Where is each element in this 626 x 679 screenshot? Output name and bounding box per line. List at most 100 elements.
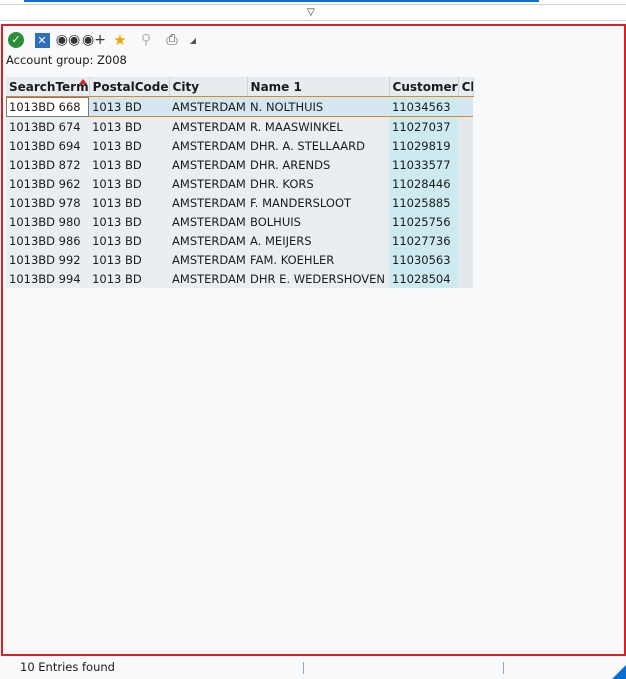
check-icon: ✓ bbox=[8, 32, 24, 48]
table-row[interactable]: 1013BD 674 1013 BD AMSTERDAM R. MAASWINKEL 1… bbox=[6, 116, 474, 136]
table-cell[interactable]: 1013BD 994 bbox=[6, 269, 90, 288]
table-cell[interactable]: AMSTERDAM bbox=[169, 212, 248, 231]
table-cell[interactable]: 11034563 bbox=[389, 96, 459, 117]
table-cell[interactable]: 1013BD 668 bbox=[6, 96, 90, 117]
add-favorite-button[interactable]: ★ bbox=[110, 30, 130, 50]
table-cell[interactable]: 11025885 bbox=[389, 193, 459, 212]
dropdown-icon: ◢ bbox=[189, 35, 197, 45]
table-cell[interactable]: AMSTERDAM bbox=[169, 269, 248, 288]
result-list-frame: ✓ ✕ ◉◉ ◉+ ★ ⚲ ⎙ ◢ Account group: Z008 Se… bbox=[1, 24, 626, 656]
table-cell[interactable]: 1013 BD bbox=[89, 231, 170, 250]
table-cell[interactable]: 1013 BD bbox=[89, 96, 170, 117]
find-next-button[interactable]: ◉+ bbox=[82, 30, 106, 50]
table-cell[interactable]: DHR. ARENDS bbox=[247, 155, 390, 174]
table-row[interactable]: 1013BD 978 1013 BD AMSTERDAM F. MANDERSLOOT… bbox=[6, 193, 474, 212]
settings-icon: ⚲ bbox=[140, 32, 152, 48]
table-cell[interactable]: BOLHUIS bbox=[247, 212, 390, 231]
toolbar: ✓ ✕ ◉◉ ◉+ ★ ⚲ ⎙ ◢ bbox=[6, 29, 198, 51]
column-header-searchterm[interactable]: SearchTerm bbox=[6, 77, 90, 97]
table-cell[interactable]: N. NOLTHUIS bbox=[247, 96, 390, 117]
table-cell[interactable] bbox=[458, 250, 474, 269]
table-row[interactable]: 1013BD 962 1013 BD AMSTERDAM DHR. KORS 11028… bbox=[6, 174, 474, 193]
table-cell[interactable]: 1013BD 674 bbox=[6, 116, 90, 136]
table-row[interactable]: 1013BD 992 1013 BD AMSTERDAM FAM. KOEHLER 11… bbox=[6, 250, 474, 269]
table-cell[interactable]: 11033577 bbox=[389, 155, 459, 174]
continue-button[interactable]: ✓ bbox=[6, 30, 26, 50]
table-cell[interactable]: R. MAASWINKEL bbox=[247, 116, 390, 136]
table-cell[interactable]: AMSTERDAM bbox=[169, 116, 248, 136]
find-button[interactable]: ◉◉ bbox=[56, 30, 80, 50]
table-cell[interactable]: DHR. KORS bbox=[247, 174, 390, 193]
table-row[interactable]: 1013BD 980 1013 BD AMSTERDAM BOLHUIS 1102575… bbox=[6, 212, 474, 231]
table-cell[interactable]: 11027736 bbox=[389, 231, 459, 250]
table-cell[interactable]: AMSTERDAM bbox=[169, 250, 248, 269]
filter-icon[interactable]: ▽ bbox=[307, 8, 317, 18]
column-header-label: Customer bbox=[392, 79, 458, 94]
table-cell[interactable]: 1013 BD bbox=[89, 269, 170, 288]
table-cell[interactable]: 1013 BD bbox=[89, 250, 170, 269]
table-cell[interactable]: 1013 BD bbox=[89, 212, 170, 231]
table-cell[interactable]: 1013 BD bbox=[89, 116, 170, 136]
table-cell[interactable]: 11029819 bbox=[389, 136, 459, 155]
tab-indicator bbox=[24, 0, 539, 2]
column-header-label: City bbox=[172, 79, 200, 94]
table-cell[interactable] bbox=[458, 212, 474, 231]
favorite-add-icon: ★ bbox=[113, 31, 127, 49]
table-cell[interactable]: AMSTERDAM bbox=[169, 231, 248, 250]
table-cell[interactable]: 1013BD 986 bbox=[6, 231, 90, 250]
table-cell[interactable]: 1013BD 992 bbox=[6, 250, 90, 269]
column-header-label: Name 1 bbox=[250, 79, 302, 94]
table-cell[interactable]: 1013 BD bbox=[89, 155, 170, 174]
table-cell[interactable] bbox=[458, 96, 474, 117]
table-cell[interactable]: DHR. A. STELLAARD bbox=[247, 136, 390, 155]
print-dropdown[interactable]: ◢ bbox=[188, 30, 198, 50]
table-cell[interactable]: 1013BD 694 bbox=[6, 136, 90, 155]
status-bar: 10 Entries found bbox=[0, 656, 626, 679]
resize-corner[interactable] bbox=[612, 665, 626, 679]
table-cell[interactable]: 1013 BD bbox=[89, 193, 170, 212]
table-row[interactable]: 1013BD 872 1013 BD AMSTERDAM DHR. ARENDS 110… bbox=[6, 155, 474, 174]
table-cell[interactable]: A. MEIJERS bbox=[247, 231, 390, 250]
table-cell[interactable] bbox=[458, 136, 474, 155]
table-cell[interactable]: 11028446 bbox=[389, 174, 459, 193]
column-header-name1[interactable]: Name 1 bbox=[247, 77, 390, 97]
table-cell[interactable]: 1013BD 962 bbox=[6, 174, 90, 193]
table-row[interactable]: 1013BD 694 1013 BD AMSTERDAM DHR. A. STELLA… bbox=[6, 136, 474, 155]
column-header-customer[interactable]: Customer bbox=[389, 77, 459, 97]
table-cell[interactable]: AMSTERDAM bbox=[169, 96, 248, 117]
column-header-label: Cl bbox=[461, 79, 473, 94]
column-header-postalcode[interactable]: PostalCode bbox=[89, 77, 170, 97]
table-cell[interactable] bbox=[458, 155, 474, 174]
binoculars-plus-icon: ◉+ bbox=[82, 32, 106, 48]
sort-ascending-icon bbox=[78, 79, 87, 84]
table-cell[interactable]: AMSTERDAM bbox=[169, 193, 248, 212]
table-cell[interactable]: FAM. KOEHLER bbox=[247, 250, 390, 269]
table-cell[interactable]: 1013 BD bbox=[89, 136, 170, 155]
table-cell[interactable]: 1013BD 980 bbox=[6, 212, 90, 231]
table-cell[interactable]: F. MANDERSLOOT bbox=[247, 193, 390, 212]
table-cell[interactable]: 11028504 bbox=[389, 269, 459, 288]
table-cell[interactable] bbox=[458, 193, 474, 212]
table-cell[interactable]: 1013BD 872 bbox=[6, 155, 90, 174]
table-cell[interactable]: 1013 BD bbox=[89, 174, 170, 193]
table-cell[interactable]: 11027037 bbox=[389, 116, 459, 136]
table-cell[interactable] bbox=[458, 269, 474, 288]
cancel-button[interactable]: ✕ bbox=[32, 30, 52, 50]
column-header-cl[interactable]: Cl bbox=[458, 77, 474, 97]
print-button[interactable]: ⎙ bbox=[162, 30, 182, 50]
table-cell[interactable] bbox=[458, 231, 474, 250]
table-cell[interactable]: 11030563 bbox=[389, 250, 459, 269]
settings-button[interactable]: ⚲ bbox=[136, 30, 156, 50]
table-row[interactable]: 1013BD 986 1013 BD AMSTERDAM A. MEIJERS 1102… bbox=[6, 231, 474, 250]
table-cell[interactable]: AMSTERDAM bbox=[169, 136, 248, 155]
table-cell[interactable]: DHR E. WEDERSHOVEN bbox=[247, 269, 390, 288]
table-cell[interactable]: 11025756 bbox=[389, 212, 459, 231]
column-header-city[interactable]: City bbox=[169, 77, 248, 97]
table-cell[interactable]: 1013BD 978 bbox=[6, 193, 90, 212]
table-row[interactable]: 1013BD 994 1013 BD AMSTERDAM DHR E. WEDERSH… bbox=[6, 269, 474, 288]
table-cell[interactable]: AMSTERDAM bbox=[169, 155, 248, 174]
table-row[interactable]: 1013BD 668 1013 BD AMSTERDAM N. NOLTHUIS 110… bbox=[6, 96, 474, 117]
table-cell[interactable] bbox=[458, 174, 474, 193]
table-cell[interactable]: AMSTERDAM bbox=[169, 174, 248, 193]
table-cell[interactable] bbox=[458, 116, 474, 136]
